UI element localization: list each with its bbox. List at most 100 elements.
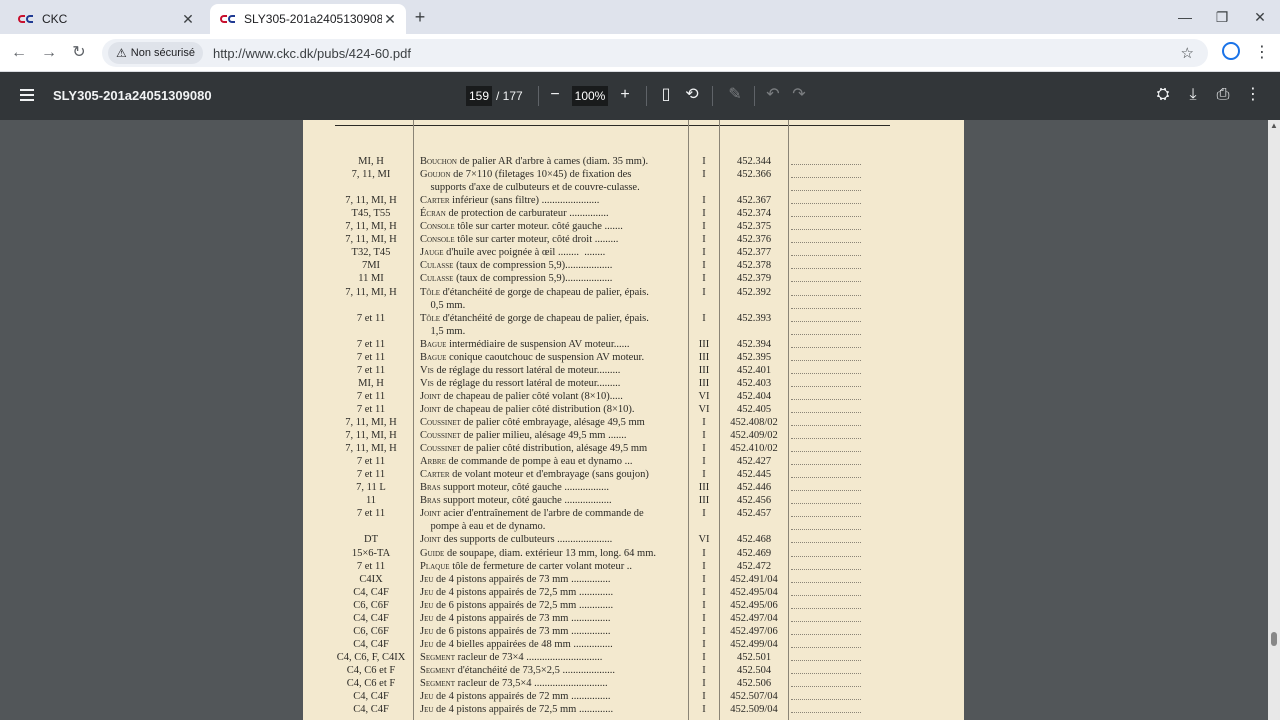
- rotate-icon[interactable]: ⟲: [681, 84, 703, 106]
- tab-pdf[interactable]: SLY305-201a24051309080 ✕: [210, 4, 406, 34]
- designation-cell: Bague conique caoutchouc de suspension A…: [420, 351, 688, 364]
- address-bar[interactable]: ⚠ Non sécurisé http://www.ckc.dk/pubs/42…: [102, 39, 1208, 67]
- group-cell: I: [702, 612, 706, 624]
- zoom-in-icon[interactable]: +: [614, 84, 636, 106]
- zoom-input[interactable]: 100%: [572, 86, 608, 106]
- designation-keyword: Coussinet: [420, 417, 461, 428]
- empty-dotted-cell: [791, 690, 861, 701]
- fit-page-icon[interactable]: ▯: [655, 84, 677, 106]
- empty-dotted-cell: [791, 416, 861, 426]
- reload-icon[interactable]: ↻: [68, 42, 90, 64]
- maximize-icon[interactable]: ❐: [1210, 6, 1234, 28]
- model-cell: 7, 11, MI, H: [345, 234, 397, 246]
- close-icon[interactable]: ✕: [382, 11, 398, 28]
- redo-icon[interactable]: ↷: [788, 84, 810, 106]
- page-number-input[interactable]: 159: [466, 86, 492, 106]
- table-row: 0,5 mm.: [303, 299, 964, 312]
- designation-text: racleur de 73×4 ........................…: [455, 651, 603, 663]
- table-row: 11 MI Culasse (taux de compression 5,9)..…: [303, 272, 964, 285]
- vertical-scrollbar[interactable]: [1268, 120, 1280, 720]
- close-icon[interactable]: ✕: [180, 11, 196, 28]
- security-chip[interactable]: ⚠ Non sécurisé: [108, 42, 203, 64]
- designation-cell: Jeu de 4 bielles appairées de 48 mm ....…: [420, 638, 688, 651]
- model-cell: MI, H: [358, 377, 384, 389]
- designation-cell: Vis de réglage du ressort latéral de mot…: [420, 377, 688, 390]
- more-options-icon[interactable]: ⋮: [1242, 84, 1264, 106]
- hamburger-menu-icon[interactable]: [20, 89, 34, 101]
- designation-keyword: Coussinet: [420, 430, 461, 442]
- designation-keyword: Jauge: [420, 247, 444, 259]
- account-avatar-icon[interactable]: [1222, 42, 1240, 60]
- designation-text: de chapeau de palier côté distribution (…: [440, 403, 635, 415]
- download-icon[interactable]: ⤓: [1182, 84, 1204, 106]
- new-tab-plus-icon[interactable]: +: [410, 7, 430, 27]
- model-cell: 7, 11, MI, H: [345, 195, 397, 207]
- empty-dotted-cell: [791, 533, 861, 544]
- empty-dotted-cell: [791, 442, 861, 453]
- undo-icon[interactable]: ↶: [762, 84, 784, 106]
- url-text[interactable]: http://www.ckc.dk/pubs/424-60.pdf: [213, 46, 411, 61]
- table-row: 7, 11, MI, H Console tôle sur carter mote…: [303, 233, 964, 246]
- table-row: 7 et 11 Carter de volant moteur et d'embr…: [303, 468, 964, 481]
- designation-cell: Joint de chapeau de palier côté distribu…: [420, 403, 688, 416]
- model-cell: 7 et 11: [356, 508, 386, 520]
- table-row: C4, C6, F, C4IX Segment racleur de 73×4 .…: [303, 651, 964, 664]
- table-row: 7, 11 L Bras support moteur, côté gauche …: [303, 481, 964, 494]
- designation-keyword: Jeu: [420, 586, 434, 598]
- back-arrow-icon[interactable]: ←: [8, 42, 30, 64]
- table-row: 7 et 11 Tôle d'étanchéité de gorge de cha…: [303, 312, 964, 325]
- group-cell: I: [702, 586, 706, 598]
- designation-cell: Jeu de 4 pistons appairés de 72 mm .....…: [420, 690, 688, 703]
- group-cell: I: [702, 469, 706, 481]
- tab-ckc[interactable]: CKC ✕: [8, 4, 204, 34]
- designation-cell: 0,5 mm.: [420, 299, 688, 312]
- model-cell: C6, C6F: [353, 599, 389, 611]
- empty-dotted-cell: [791, 468, 861, 479]
- part-number-cell: 452.504: [736, 664, 772, 676]
- designation-keyword: Carter: [420, 469, 450, 481]
- table-row: 7MI Culasse (taux de compression 5,9)....…: [303, 259, 964, 272]
- scrollbar-thumb[interactable]: [1271, 632, 1277, 646]
- print-icon[interactable]: ⎙: [1212, 84, 1234, 106]
- designation-text: de 4 pistons appairés de 72 mm .........…: [433, 691, 611, 703]
- browser-menu-icon[interactable]: ⋮: [1254, 42, 1270, 62]
- designation-keyword: Arbre: [420, 456, 446, 468]
- designation-keyword: Vis: [420, 364, 434, 376]
- ckc-favicon-icon: [220, 14, 236, 24]
- designation-text: d'étanchéité de gorge de chapeau de pali…: [440, 312, 649, 324]
- window-close-icon[interactable]: ✕: [1248, 6, 1272, 28]
- designation-cell: supports d'axe de culbuteurs et de couvr…: [420, 181, 688, 194]
- empty-dotted-cell: [791, 612, 861, 622]
- model-cell: 7, 11 L: [356, 482, 386, 494]
- designation-text: supports d'axe de culbuteurs et de couvr…: [420, 182, 640, 194]
- designation-text: de palier côté embrayage, alésage 49,5 m…: [460, 417, 645, 428]
- group-cell: I: [702, 573, 706, 585]
- empty-dotted-cell: [791, 207, 861, 218]
- designation-cell: Joint acier d'entraînement de l'arbre de…: [420, 507, 688, 520]
- model-cell: T32, T45: [351, 247, 391, 259]
- group-cell: I: [702, 247, 706, 259]
- zoom-out-icon[interactable]: −: [544, 84, 566, 106]
- model-cell: C4, C6 et F: [346, 678, 396, 689]
- forward-arrow-icon[interactable]: →: [38, 42, 60, 64]
- save-to-drive-icon[interactable]: ⛭: [1152, 84, 1174, 106]
- browser-toolbar: ← → ↻ ⚠ Non sécurisé http://www.ckc.dk/p…: [0, 34, 1280, 72]
- part-number-cell: 452.468: [736, 534, 772, 546]
- designation-cell: Arbre de commande de pompe à eau et dyna…: [420, 455, 688, 468]
- table-row: 7 et 11 Joint acier d'entraînement de l'a…: [303, 507, 964, 520]
- annotate-pen-icon[interactable]: ✎: [724, 84, 746, 106]
- part-number-cell: 452.392: [736, 286, 772, 298]
- minimize-icon[interactable]: —: [1173, 6, 1197, 28]
- bookmark-star-icon[interactable]: ☆: [1181, 44, 1194, 62]
- designation-cell: Jeu de 6 pistons appairés de 72,5 mm ...…: [420, 599, 688, 612]
- designation-cell: Segment racleur de 73,5×4 ..............…: [420, 677, 688, 690]
- model-cell: 7, 11, MI, H: [345, 443, 397, 455]
- table-row: 7 et 11 Bague conique caoutchouc de suspe…: [303, 351, 964, 364]
- empty-dotted-cell: [791, 703, 861, 714]
- group-cell: I: [702, 704, 706, 716]
- table-row: C4IX Jeu de 4 pistons appairés de 73 mm .…: [303, 573, 964, 586]
- pdf-viewer[interactable]: MI, H Bouchon de palier AR d'arbre à came…: [0, 120, 1280, 720]
- scroll-up-arrow-icon[interactable]: ▲: [1268, 121, 1280, 131]
- empty-dotted-cell: [791, 507, 861, 518]
- designation-text: intermédiaire de suspension AV moteur...…: [446, 338, 630, 350]
